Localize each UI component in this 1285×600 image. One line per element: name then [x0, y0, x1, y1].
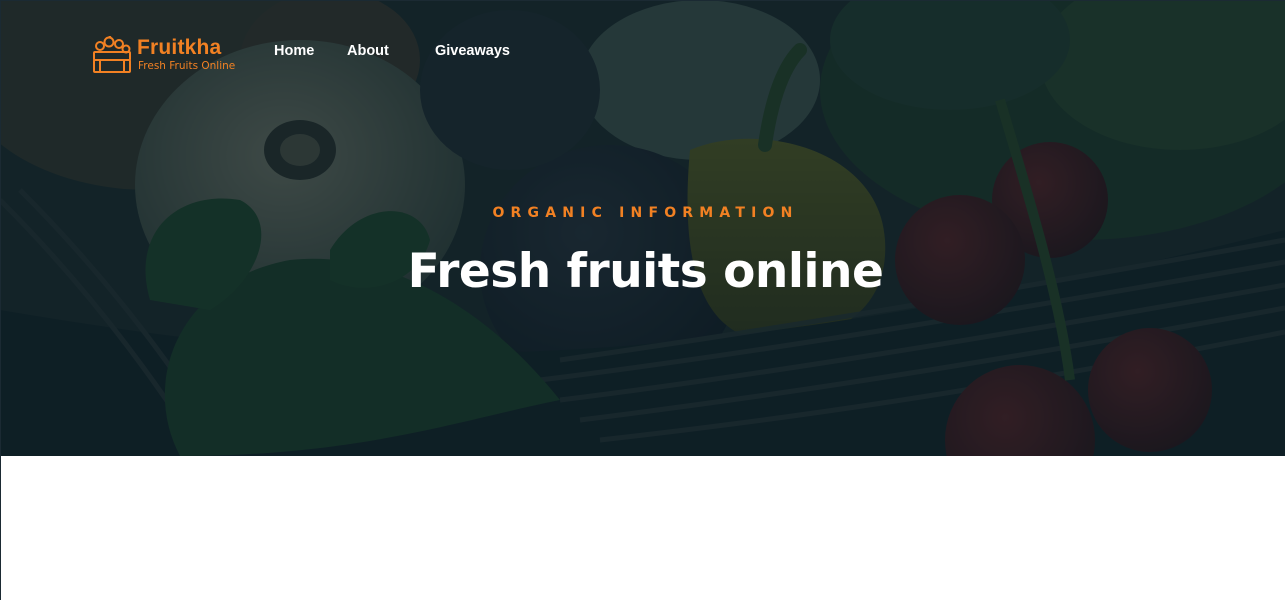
nav-item-giveaways[interactable]: Giveaways [435, 43, 510, 59]
brand-name: Fruitkha [137, 36, 222, 59]
hero-subtitle: ORGANIC INFORMATION [492, 205, 799, 221]
brand-logo[interactable]: Fruitkha Fresh Fruits Online [92, 36, 242, 76]
fruit-crate-icon [93, 36, 131, 73]
brand-tagline: Fresh Fruits Online [138, 60, 236, 72]
top-navigation: Fruitkha Fresh Fruits Online Home About … [0, 0, 1285, 100]
nav-item-home[interactable]: Home [274, 43, 314, 59]
nav-item-about[interactable]: About [347, 43, 389, 59]
hero-title: Fresh fruits online [407, 244, 884, 299]
